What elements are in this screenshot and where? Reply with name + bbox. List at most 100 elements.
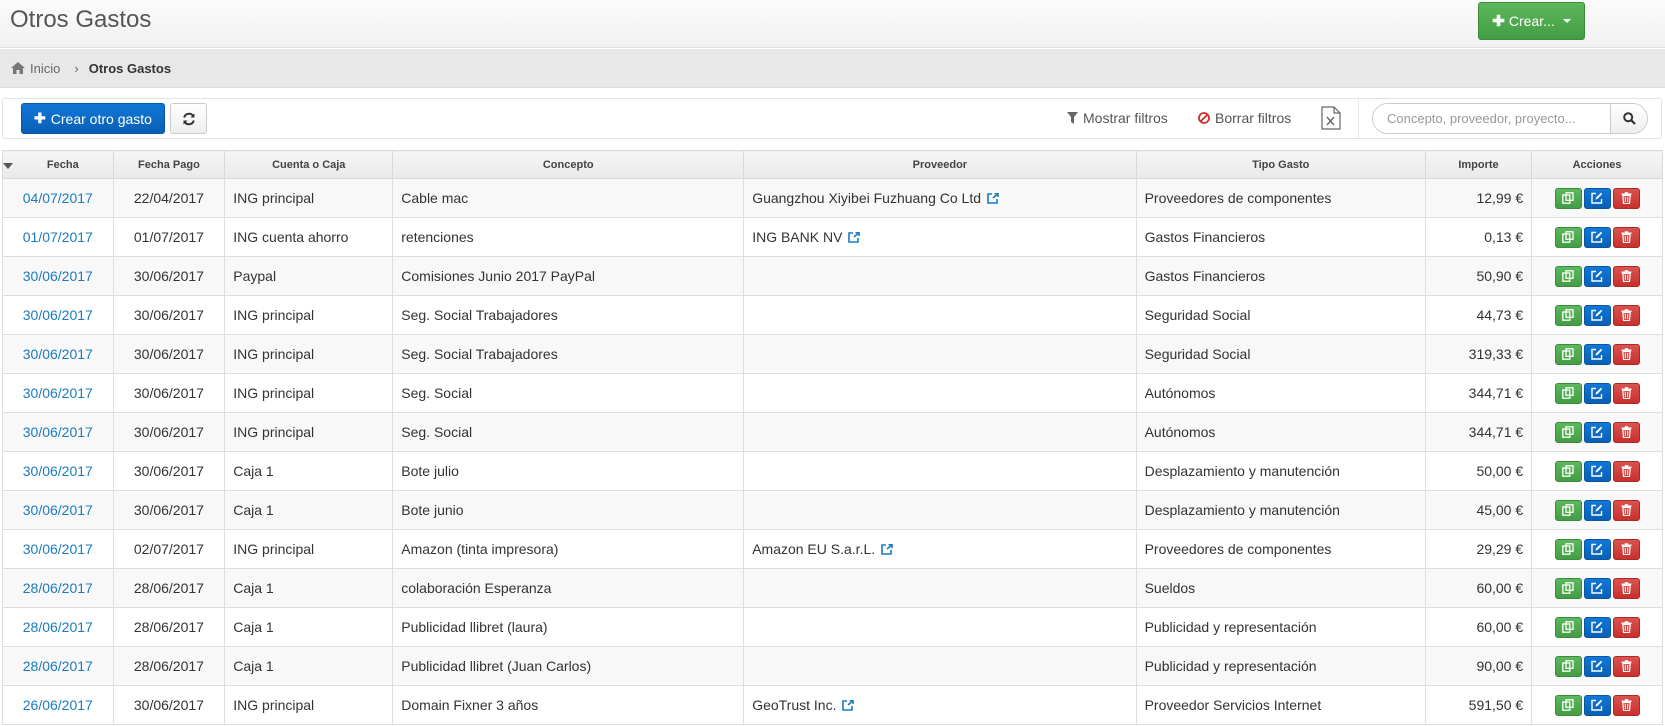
column-header-concepto[interactable]: Concepto	[392, 150, 745, 179]
duplicate-button[interactable]	[1554, 343, 1582, 365]
create-expense-button[interactable]: ✚ Crear otro gasto	[21, 103, 165, 134]
create-expense-label: Crear otro gasto	[50, 110, 152, 127]
edit-button[interactable]	[1583, 187, 1611, 209]
cell-acciones	[1531, 451, 1663, 491]
edit-button[interactable]	[1583, 577, 1611, 599]
column-header-cuenta[interactable]: Cuenta o Caja	[224, 150, 394, 179]
trash-icon	[1621, 621, 1632, 633]
cell-fecha-link[interactable]: 28/06/2017	[2, 607, 114, 647]
column-header-fecha-pago[interactable]: Fecha Pago	[112, 150, 226, 179]
edit-button[interactable]	[1583, 343, 1611, 365]
table-row: 30/06/2017 30/06/2017 ING principal Seg. So…	[2, 295, 1663, 335]
cell-fecha-link[interactable]: 30/06/2017	[2, 451, 114, 491]
delete-button[interactable]	[1612, 421, 1640, 443]
delete-button[interactable]	[1612, 616, 1640, 638]
cell-fecha-pago: 22/04/2017	[112, 178, 226, 218]
search-input[interactable]	[1373, 104, 1610, 133]
delete-button[interactable]	[1612, 304, 1640, 326]
delete-button[interactable]	[1612, 187, 1640, 209]
cell-concepto: Seg. Social Trabajadores	[392, 334, 745, 374]
edit-button[interactable]	[1583, 616, 1611, 638]
cell-tipo-gasto: Seguridad Social	[1135, 334, 1426, 374]
edit-button[interactable]	[1583, 655, 1611, 677]
duplicate-button[interactable]	[1554, 655, 1582, 677]
external-link-icon[interactable]	[848, 230, 861, 246]
duplicate-button[interactable]	[1554, 499, 1582, 521]
external-link-icon[interactable]	[987, 191, 999, 207]
cell-fecha-link[interactable]: 28/06/2017	[2, 568, 114, 608]
delete-button[interactable]	[1612, 499, 1640, 521]
edit-button[interactable]	[1583, 265, 1611, 287]
clear-filters-link[interactable]: Borrar filtros	[1198, 110, 1291, 126]
breadcrumb-home[interactable]: Inicio	[11, 61, 60, 76]
cell-fecha-link[interactable]: 26/06/2017	[2, 685, 114, 725]
copy-icon	[1562, 621, 1574, 633]
cell-fecha-link[interactable]: 30/06/2017	[2, 256, 114, 296]
cell-fecha-link[interactable]: 30/06/2017	[2, 412, 114, 452]
edit-button[interactable]	[1583, 226, 1611, 248]
cell-fecha-link[interactable]: 30/06/2017	[2, 334, 114, 374]
create-dropdown-button[interactable]: ✚ Crear...	[1478, 2, 1585, 40]
cell-importe: 29,29 €	[1424, 529, 1533, 569]
copy-icon	[1562, 387, 1574, 399]
cell-fecha-link[interactable]: 30/06/2017	[2, 373, 114, 413]
trash-icon	[1621, 309, 1632, 321]
external-link-icon[interactable]	[842, 698, 855, 714]
cell-acciones	[1531, 685, 1663, 725]
cell-cuenta: Caja 1	[224, 607, 394, 647]
duplicate-button[interactable]	[1554, 265, 1582, 287]
duplicate-button[interactable]	[1554, 577, 1582, 599]
edit-button[interactable]	[1583, 304, 1611, 326]
cell-fecha-link[interactable]: 04/07/2017	[2, 178, 114, 218]
duplicate-button[interactable]	[1554, 304, 1582, 326]
edit-button[interactable]	[1583, 460, 1611, 482]
delete-button[interactable]	[1612, 460, 1640, 482]
delete-button[interactable]	[1612, 382, 1640, 404]
cell-importe: 319,33 €	[1424, 334, 1533, 374]
edit-button[interactable]	[1583, 382, 1611, 404]
duplicate-button[interactable]	[1554, 187, 1582, 209]
delete-button[interactable]	[1612, 694, 1640, 716]
cell-fecha-link[interactable]: 30/06/2017	[2, 490, 114, 530]
duplicate-button[interactable]	[1554, 538, 1582, 560]
delete-button[interactable]	[1612, 226, 1640, 248]
excel-icon[interactable]	[1321, 106, 1341, 130]
edit-button[interactable]	[1583, 694, 1611, 716]
duplicate-button[interactable]	[1554, 421, 1582, 443]
trash-icon	[1621, 543, 1632, 555]
column-header-proveedor[interactable]: Proveedor	[743, 150, 1137, 179]
delete-button[interactable]	[1612, 343, 1640, 365]
refresh-button[interactable]	[170, 103, 207, 134]
edit-button[interactable]	[1583, 538, 1611, 560]
edit-button[interactable]	[1583, 421, 1611, 443]
column-header-fecha[interactable]: Fecha	[2, 150, 114, 179]
edit-icon	[1591, 270, 1603, 282]
column-header-importe[interactable]: Importe	[1424, 150, 1533, 179]
delete-button[interactable]	[1612, 265, 1640, 287]
external-link-icon[interactable]	[881, 542, 893, 558]
search-button[interactable]	[1610, 104, 1647, 133]
cell-fecha-link[interactable]: 30/06/2017	[2, 529, 114, 569]
duplicate-button[interactable]	[1554, 460, 1582, 482]
edit-button[interactable]	[1583, 499, 1611, 521]
cell-acciones	[1531, 529, 1663, 569]
table-row: 01/07/2017 01/07/2017 ING cuenta ahorro ret…	[2, 217, 1663, 257]
delete-button[interactable]	[1612, 577, 1640, 599]
show-filters-link[interactable]: Mostrar filtros	[1067, 110, 1168, 126]
cell-fecha-link[interactable]: 01/07/2017	[2, 217, 114, 257]
duplicate-button[interactable]	[1554, 226, 1582, 248]
duplicate-button[interactable]	[1554, 382, 1582, 404]
cell-fecha-pago: 01/07/2017	[112, 217, 226, 257]
cell-acciones	[1531, 295, 1663, 335]
delete-button[interactable]	[1612, 538, 1640, 560]
cell-importe: 60,00 €	[1424, 607, 1533, 647]
cell-acciones	[1531, 490, 1663, 530]
duplicate-button[interactable]	[1554, 616, 1582, 638]
delete-button[interactable]	[1612, 655, 1640, 677]
cell-fecha-link[interactable]: 30/06/2017	[2, 295, 114, 335]
column-header-tipo-gasto[interactable]: Tipo Gasto	[1135, 150, 1426, 179]
edit-icon	[1591, 309, 1603, 321]
cell-fecha-link[interactable]: 28/06/2017	[2, 646, 114, 686]
cell-proveedor	[743, 607, 1137, 647]
duplicate-button[interactable]	[1554, 694, 1582, 716]
